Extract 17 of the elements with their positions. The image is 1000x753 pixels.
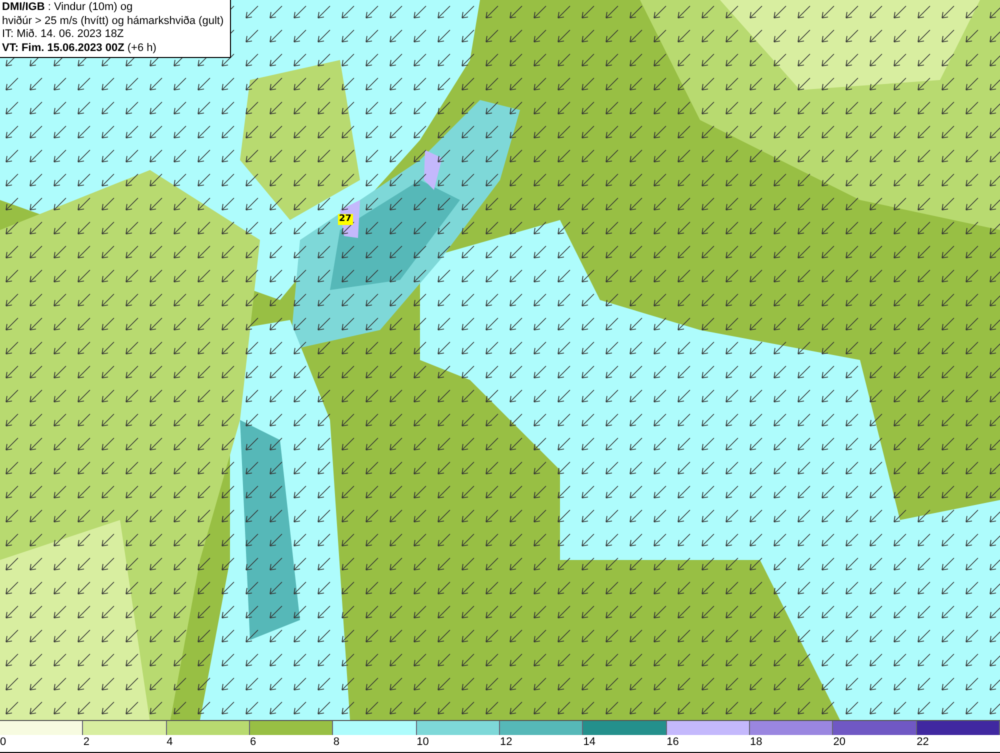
scale-label: 12 bbox=[500, 735, 512, 750]
header-text: DMI/IGB : Vindur (10m) og bbox=[2, 1, 134, 14]
header-text: IT: Mið. 14. 06. 2023 18Z bbox=[2, 28, 125, 42]
scale-label: 16 bbox=[666, 735, 679, 750]
header-text: hviðúr > 25 m/s (hvítt) og hámarkshviða (gult) bbox=[2, 14, 225, 28]
scale-label: 8 bbox=[333, 735, 340, 750]
header-text: VT: Fim. 15.06.2023 00Z (+6 h) bbox=[2, 42, 158, 55]
scale-label: 0 bbox=[0, 735, 6, 750]
scale-label: 20 bbox=[833, 735, 846, 750]
scale-label: 10 bbox=[416, 735, 429, 750]
scale-label: 4 bbox=[166, 735, 173, 750]
scale-label: 6 bbox=[250, 735, 256, 750]
scale-label: 2 bbox=[83, 735, 90, 750]
scale-label: 14 bbox=[583, 735, 596, 750]
scale-label: 22 bbox=[916, 735, 929, 750]
gust-label: 27 bbox=[338, 214, 353, 225]
scale-label: 18 bbox=[750, 735, 762, 750]
